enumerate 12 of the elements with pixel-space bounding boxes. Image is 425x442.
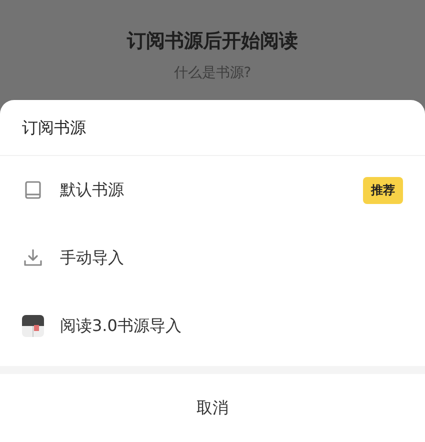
book-icon — [22, 179, 44, 201]
option-row[interactable]: 默认书源 推荐 — [0, 156, 425, 224]
option-row[interactable]: 阅读3.0书源导入 — [0, 292, 425, 360]
option-label: 手动导入 — [60, 248, 125, 268]
app-icon — [22, 315, 44, 337]
download-icon — [22, 247, 44, 269]
sheet-title: 订阅书源 — [0, 100, 425, 156]
option-row[interactable]: 手动导入 — [0, 224, 425, 292]
page-title: 订阅书源后开始阅读 — [127, 29, 298, 54]
option-label: 默认书源 — [60, 180, 125, 200]
recommended-badge: 推荐 — [363, 176, 403, 204]
option-label: 阅读3.0书源导入 — [60, 316, 182, 336]
